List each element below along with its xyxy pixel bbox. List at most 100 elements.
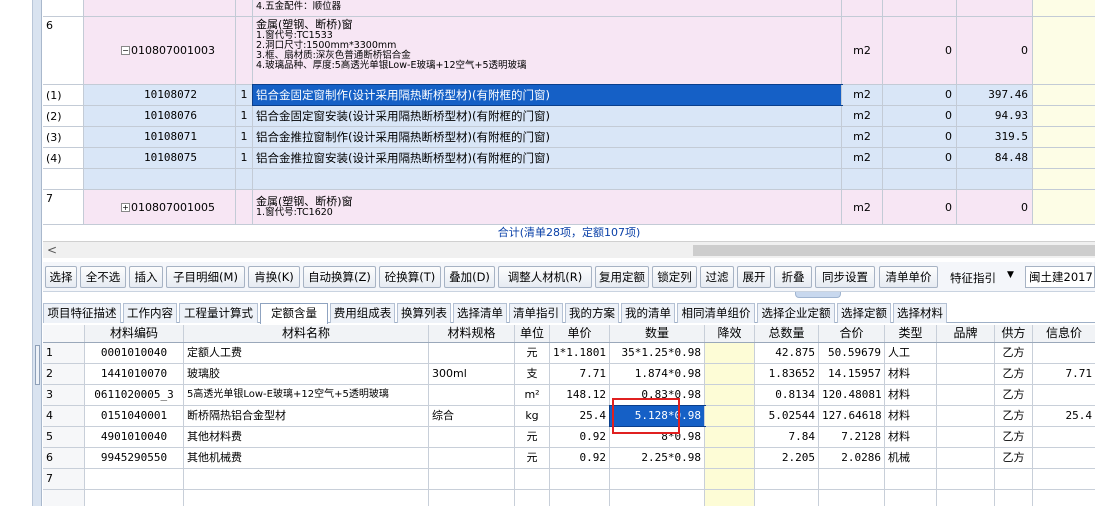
column-header[interactable]: 单位 [515, 325, 550, 342]
tab-my-bill[interactable]: 我的清单 [621, 303, 675, 323]
material-drop[interactable] [705, 469, 755, 489]
chevron-down-icon[interactable]: ▼ [1007, 270, 1014, 280]
column-header[interactable]: 数量 [610, 325, 705, 342]
material-drop[interactable] [705, 385, 755, 405]
material-code[interactable]: 0151040001 [85, 406, 184, 426]
select-none-button[interactable]: 全不选 [80, 266, 126, 288]
filter-button[interactable]: 过滤 [700, 266, 734, 288]
material-price[interactable] [550, 469, 610, 489]
table-row[interactable]: 4.五金配件：顺位器 [43, 0, 1095, 17]
expand-button[interactable]: 展开 [737, 266, 771, 288]
table-row[interactable]: 5 4901010040 其他材料费 元 0.92 8*0.98 7.84 7.… [43, 427, 1095, 448]
table-row[interactable]: (3) 10108071 1 铝合金推拉窗制作(设计采用隔热断桥型材)(有附框的… [43, 127, 1095, 148]
table-row[interactable]: 3 0611020005_3 5高透光单银Low-E玻璃+12空气+5透明玻璃 … [43, 385, 1095, 406]
table-row[interactable]: (1) 10108072 1 铝合金固定窗制作(设计采用隔热断桥型材)(有附框的… [43, 84, 1095, 106]
tab-features[interactable]: 项目特征描述 [43, 303, 121, 323]
material-supplier[interactable]: 乙方 [995, 385, 1033, 405]
material-qty[interactable] [610, 469, 705, 489]
column-header[interactable]: 单价 [550, 325, 610, 342]
item-name[interactable]: 金属(塑钢、断桥)窗 1.窗代号:TC1533 2.洞口尺寸:1500mm*33… [253, 17, 842, 84]
material-unit[interactable] [515, 469, 550, 489]
scroll-left-icon[interactable]: < [47, 243, 57, 257]
select-button[interactable]: 选择 [45, 266, 77, 288]
column-header[interactable]: 材料名称 [184, 325, 429, 342]
reuse-quota-button[interactable]: 复用定额 [595, 266, 649, 288]
tab-select-quota[interactable]: 选择定额 [837, 303, 891, 323]
material-drop[interactable] [705, 364, 755, 384]
table-row[interactable]: 2 1441010070 玻璃胶 300ml 支 7.71 1.874*0.98… [43, 364, 1095, 385]
material-spec[interactable]: 综合 [429, 406, 515, 426]
item-name[interactable] [253, 169, 842, 189]
material-drop[interactable] [705, 406, 755, 426]
tab-enterprise-quota[interactable]: 选择企业定额 [757, 303, 835, 323]
material-code[interactable]: 0001010040 [85, 343, 184, 363]
column-header[interactable]: 材料规格 [429, 325, 515, 342]
material-drop[interactable] [705, 343, 755, 363]
material-name[interactable]: 定额人工费 [184, 343, 429, 363]
material-brand[interactable] [937, 469, 995, 489]
material-code[interactable]: 0611020005_3 [85, 385, 184, 405]
material-drop[interactable] [705, 448, 755, 468]
table-row[interactable] [43, 169, 1095, 190]
material-type[interactable] [885, 469, 937, 489]
splitter-grip[interactable] [35, 345, 40, 385]
material-qty[interactable]: 8*0.98 [610, 427, 705, 447]
material-name[interactable] [184, 469, 429, 489]
material-name[interactable]: 其他材料费 [184, 427, 429, 447]
expand-icon[interactable]: + [121, 202, 130, 212]
item-code[interactable]: −010807001003 [84, 17, 236, 84]
material-brand[interactable] [937, 448, 995, 468]
splitter-strip[interactable] [33, 0, 42, 506]
material-brand[interactable] [937, 343, 995, 363]
table-row[interactable]: (4) 10108075 1 铝合金推拉窗安装(设计采用隔热断桥型材)(有附框的… [43, 148, 1095, 169]
item-name[interactable]: 4.五金配件：顺位器 [253, 0, 842, 16]
sub-detail-button[interactable]: 子目明细(M) [166, 266, 245, 288]
tab-conversion-list[interactable]: 换算列表 [397, 303, 451, 323]
tab-select-bill[interactable]: 选择清单 [453, 303, 507, 323]
column-header[interactable]: 合价 [819, 325, 885, 342]
material-type[interactable]: 材料 [885, 406, 937, 426]
table-row[interactable]: (2) 10108076 1 铝合金固定窗安装(设计采用隔热断桥型材)(有附框的… [43, 106, 1095, 127]
material-supplier[interactable]: 乙方 [995, 427, 1033, 447]
auto-convert-button[interactable]: 自动换算(Z) [303, 266, 376, 288]
material-brand[interactable] [937, 364, 995, 384]
overlay-button[interactable]: 叠加(D) [444, 266, 495, 288]
collapse-icon[interactable]: − [121, 46, 130, 55]
table-row[interactable]: 7 [43, 469, 1095, 490]
sync-settings-button[interactable]: 同步设置 [815, 266, 875, 288]
material-price[interactable]: 0.92 [550, 427, 610, 447]
column-header[interactable]: 信息价 [1033, 325, 1095, 342]
table-row[interactable]: 7 +010807001005 金属(塑钢、断桥)窗 1.窗代号:TC1620 … [43, 190, 1095, 225]
material-type[interactable]: 机械 [885, 448, 937, 468]
material-code[interactable]: 4901010040 [85, 427, 184, 447]
toolbar-popup-handle[interactable] [795, 292, 841, 298]
material-unit[interactable]: 元 [515, 448, 550, 468]
material-type[interactable]: 人工 [885, 343, 937, 363]
material-type[interactable]: 材料 [885, 364, 937, 384]
column-header[interactable]: 总数量 [755, 325, 819, 342]
material-unit[interactable]: m² [515, 385, 550, 405]
material-type[interactable]: 材料 [885, 385, 937, 405]
material-supplier[interactable] [995, 469, 1033, 489]
material-spec[interactable] [429, 448, 515, 468]
material-unit[interactable]: kg [515, 406, 550, 426]
item-name[interactable]: 铝合金固定窗安装(设计采用隔热断桥型材)(有附框的门窗) [253, 106, 842, 126]
column-header[interactable]: 供方 [995, 325, 1033, 342]
material-type[interactable]: 材料 [885, 427, 937, 447]
item-code[interactable]: +010807001005 [84, 190, 236, 224]
material-supplier[interactable]: 乙方 [995, 406, 1033, 426]
concrete-convert-button[interactable]: 砼换算(T) [379, 266, 441, 288]
material-supplier[interactable]: 乙方 [995, 364, 1033, 384]
material-brand[interactable] [937, 406, 995, 426]
material-qty[interactable]: 1.874*0.98 [610, 364, 705, 384]
tab-quota-content[interactable]: 定额含量 [260, 303, 328, 324]
material-spec[interactable] [429, 469, 515, 489]
material-qty[interactable]: 2.25*0.98 [610, 448, 705, 468]
material-spec[interactable] [429, 385, 515, 405]
material-drop[interactable] [705, 427, 755, 447]
column-header[interactable]: 类型 [885, 325, 937, 342]
material-qty-selected[interactable]: 5.128*0.98 [609, 405, 706, 427]
tab-quantity-formula[interactable]: 工程量计算式 [179, 303, 258, 323]
material-price[interactable]: 1*1.1801 [550, 343, 610, 363]
material-supplier[interactable]: 乙方 [995, 448, 1033, 468]
